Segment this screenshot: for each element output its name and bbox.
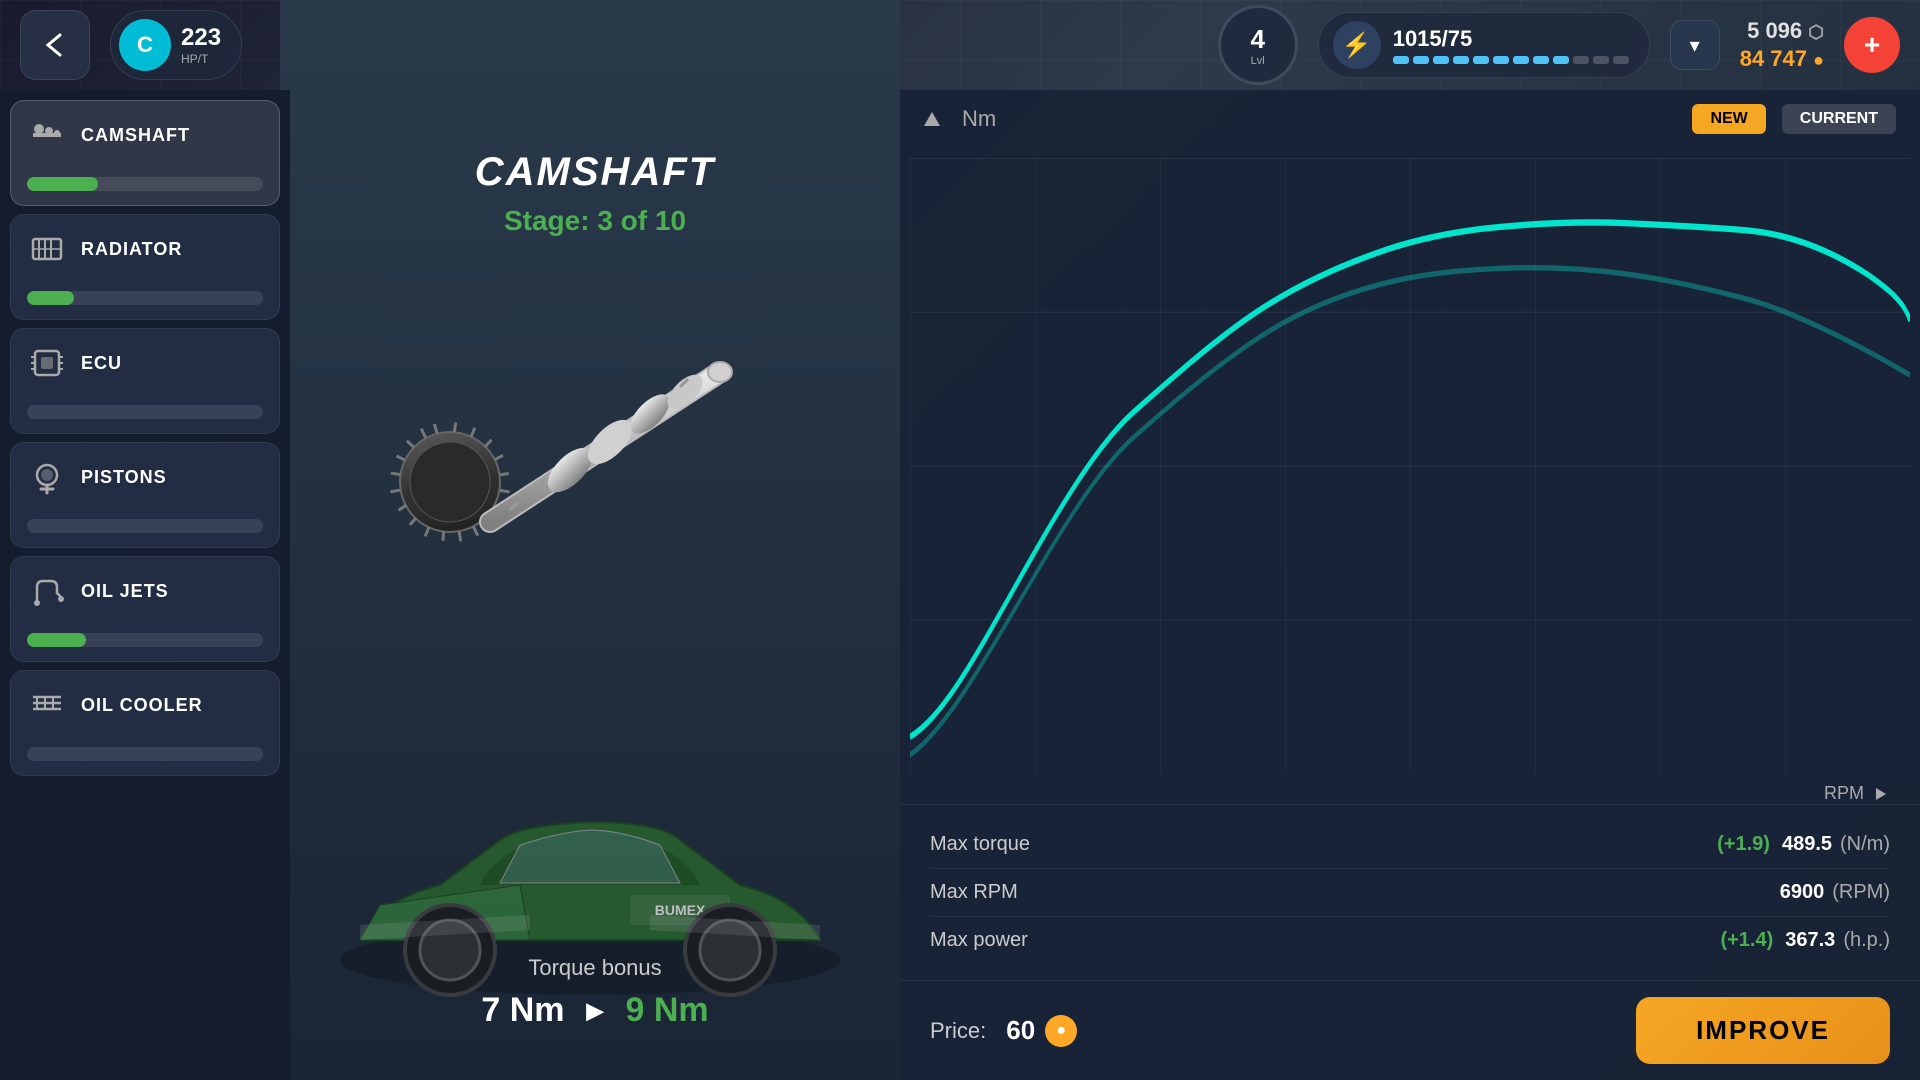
ecu-label: ECU	[81, 353, 122, 374]
energy-dot-10	[1573, 56, 1589, 64]
player-stats: 223 HP/T	[181, 24, 221, 66]
sidebar-item-oil-jets[interactable]: OIL JETS	[10, 556, 280, 662]
max-rpm-unit: (RPM)	[1832, 881, 1890, 904]
chart-header: Nm NEW CURRENT	[900, 90, 1920, 148]
energy-dot-12	[1613, 56, 1629, 64]
energy-dot-4	[1453, 56, 1469, 64]
energy-dot-9	[1553, 56, 1569, 64]
chart-area	[900, 148, 1920, 783]
oil-cooler-progress-bar	[27, 747, 263, 761]
energy-dot-3	[1433, 56, 1449, 64]
right-panel: Nm NEW CURRENT RPM Max tor	[900, 90, 1920, 1080]
pistons-label: PISTONS	[81, 467, 167, 488]
max-torque-unit: (N/m)	[1840, 833, 1890, 856]
silver-icon: ⬡	[1808, 22, 1824, 42]
energy-icon: ⚡	[1333, 21, 1381, 69]
radiator-label: RADIATOR	[81, 239, 182, 260]
car-visual: BUMEX	[300, 740, 880, 1020]
rpm-label-area: RPM	[900, 783, 1920, 804]
radiator-icon	[27, 229, 67, 269]
max-power-label: Max power	[930, 929, 1720, 952]
dropdown-icon: ▾	[1690, 33, 1700, 58]
oil-jets-progress-bar	[27, 633, 263, 647]
dropdown-button[interactable]: ▾	[1670, 20, 1720, 70]
energy-dot-1	[1393, 56, 1409, 64]
radiator-progress-bar	[27, 291, 263, 305]
max-power-value: 367.3	[1785, 929, 1835, 952]
gold-icon: ●	[1813, 50, 1824, 70]
price-number: 60	[1006, 1015, 1035, 1046]
rpm-label-text: RPM	[1824, 783, 1864, 804]
energy-dot-7	[1513, 56, 1529, 64]
nm-arrow-icon	[924, 112, 940, 126]
sidebar: CAMSHAFT RADIATOR	[0, 90, 290, 1080]
camshaft-label: CAMSHAFT	[81, 125, 190, 146]
max-torque-bonus: (+1.9)	[1717, 833, 1770, 856]
pistons-icon	[27, 457, 67, 497]
add-currency-button[interactable]: +	[1844, 17, 1900, 73]
max-power-bonus: (+1.4)	[1720, 929, 1773, 952]
legend-new: NEW	[1692, 104, 1765, 134]
torque-chart	[910, 158, 1910, 773]
stats-section: Max torque (+1.9) 489.5 (N/m) Max RPM 69…	[900, 804, 1920, 980]
level-label: Lvl	[1251, 55, 1265, 67]
oil-jets-icon	[27, 571, 67, 611]
sidebar-item-pistons[interactable]: PISTONS	[10, 442, 280, 548]
ecu-icon	[27, 343, 67, 383]
energy-dot-6	[1493, 56, 1509, 64]
currency-area: 5 096 ⬡ 84 747 ●	[1740, 18, 1824, 72]
stat-row-torque: Max torque (+1.9) 489.5 (N/m)	[930, 821, 1890, 869]
back-icon	[40, 30, 70, 60]
sidebar-item-oil-cooler[interactable]: OIL COOLER	[10, 670, 280, 776]
sidebar-item-ecu[interactable]: ECU	[10, 328, 280, 434]
price-area: 60 ●	[1006, 1015, 1077, 1047]
player-badge: C 223 HP/T	[110, 10, 242, 80]
camshaft-progress-fill	[27, 177, 98, 191]
max-torque-value: 489.5	[1782, 833, 1832, 856]
level-badge: 4 Lvl	[1218, 5, 1298, 85]
max-power-unit: (h.p.)	[1843, 929, 1890, 952]
pistons-progress-bar	[27, 519, 263, 533]
player-hp-value: 223	[181, 24, 221, 52]
garage-background: BUMEX	[280, 0, 900, 1080]
energy-dots	[1393, 56, 1629, 64]
energy-info: 1015/75	[1393, 26, 1629, 64]
bottom-bar: Price: 60 ● IMPROVE	[900, 980, 1920, 1080]
legend-current: CURRENT	[1782, 104, 1896, 134]
energy-dot-2	[1413, 56, 1429, 64]
ecu-progress-bar	[27, 405, 263, 419]
max-torque-label: Max torque	[930, 833, 1717, 856]
currency-silver: 5 096 ⬡	[1747, 18, 1824, 44]
oil-cooler-icon	[27, 685, 67, 725]
stat-row-power: Max power (+1.4) 367.3 (h.p.)	[930, 917, 1890, 964]
energy-value: 1015/75	[1393, 26, 1629, 52]
level-number: 4	[1250, 24, 1264, 55]
max-rpm-value: 6900	[1780, 881, 1825, 904]
stat-row-rpm: Max RPM 6900 (RPM)	[930, 869, 1890, 917]
energy-bar: ⚡ 1015/75	[1318, 12, 1650, 78]
sidebar-item-camshaft[interactable]: CAMSHAFT	[10, 100, 280, 206]
rpm-arrow-icon	[1872, 785, 1890, 803]
player-hp-unit: HP/T	[181, 52, 221, 66]
price-label: Price:	[930, 1018, 986, 1044]
energy-dot-11	[1593, 56, 1609, 64]
currency-gold: 84 747 ●	[1740, 46, 1824, 72]
improve-button[interactable]: IMPROVE	[1636, 997, 1890, 1064]
nm-label: Nm	[962, 106, 996, 132]
sidebar-item-radiator[interactable]: RADIATOR	[10, 214, 280, 320]
oil-jets-label: OIL JETS	[81, 581, 169, 602]
max-rpm-label: Max RPM	[930, 881, 1768, 904]
camshaft-icon	[27, 115, 67, 155]
header: C 223 HP/T 4 Lvl ⚡ 1015/75	[0, 0, 1920, 90]
player-icon: C	[119, 19, 171, 71]
energy-dot-8	[1533, 56, 1549, 64]
camshaft-3d	[390, 292, 790, 572]
back-button[interactable]	[20, 10, 90, 80]
coin-icon: ●	[1045, 1015, 1077, 1047]
oil-jets-progress-fill	[27, 633, 86, 647]
oil-cooler-label: OIL COOLER	[81, 695, 203, 716]
camshaft-progress-bar	[27, 177, 263, 191]
energy-dot-5	[1473, 56, 1489, 64]
radiator-progress-fill	[27, 291, 74, 305]
